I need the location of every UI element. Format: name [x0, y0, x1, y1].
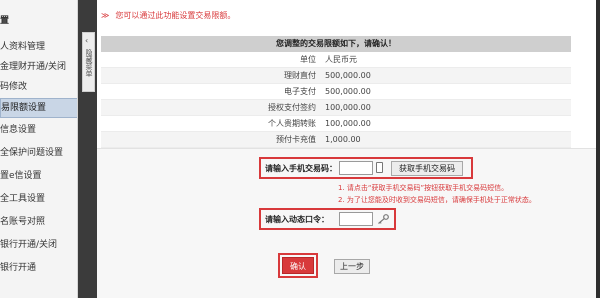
sidebar-item-password[interactable]: 码修改 [0, 78, 77, 96]
table-row: 个人贵期转账 100,000.00 [101, 116, 571, 132]
tip-message: 您可以通过此功能设置交易限额。 [115, 11, 236, 20]
collapse-menu-handle[interactable]: ‹ 隐藏菜单 [82, 32, 95, 92]
verification-panel: 请输入手机交易码： 获取手机交易码 1. 请点击“获取手机交易码”按钮获取手机交… [97, 148, 600, 298]
table-row: 单位 人民币元 [101, 52, 571, 68]
sidebar-item-limit[interactable]: 易限额设置 [0, 98, 77, 118]
row-label: 理财直付 [284, 71, 316, 80]
sidebar-item-wealth[interactable]: 金理财开通/关闭 [0, 58, 77, 76]
table-row: 电子支付 500,000.00 [101, 84, 571, 100]
limit-table: 您调整的交易限额如下，请确认！ 单位 人民币元 理财直付 500,000.00 … [101, 36, 571, 148]
phone-icon [376, 162, 383, 173]
sms-code-input[interactable] [339, 161, 373, 175]
row-label: 授权支付签约 [268, 103, 316, 112]
sidebar-heading: 置 [0, 16, 10, 26]
row-label: 电子支付 [284, 87, 316, 96]
chevron-left-icon: ‹ [85, 36, 89, 45]
row-value: 100,000.00 [325, 103, 371, 112]
collapse-menu-label: 隐藏菜单 [85, 49, 93, 77]
sidebar-item-bank-toggle[interactable]: 银行开通/关闭 [0, 236, 77, 254]
row-label: 单位 [300, 55, 316, 64]
window-scrollbar[interactable] [596, 0, 600, 298]
main-content: ≫ 您可以通过此功能设置交易限额。 您调整的交易限额如下，请确认！ 单位 人民币元… [97, 0, 600, 298]
table-row: 授权支付签约 100,000.00 [101, 100, 571, 116]
previous-step-button[interactable]: 上一步 [334, 259, 370, 274]
sidebar-item-profile[interactable]: 人资料管理 [0, 38, 77, 56]
get-sms-code-button[interactable]: 获取手机交易码 [391, 161, 463, 176]
table-row: 预付卡充值 1,000.00 [101, 132, 571, 148]
limit-table-title: 您调整的交易限额如下，请确认！ [101, 36, 571, 52]
tip-marker-icon: ≫ [101, 11, 110, 20]
sms-note-2: 2. 为了让您能及时收到交易码短信，请确保手机处于正常状态。 [338, 196, 536, 204]
dynamic-token-input[interactable] [339, 212, 373, 226]
row-value: 100,000.00 [325, 119, 371, 128]
row-value: 1,000.00 [325, 135, 361, 144]
row-value: 人民币元 [325, 55, 357, 64]
sidebar-item-info[interactable]: 信息设置 [0, 121, 77, 139]
sidebar-item-security-tools[interactable]: 全工具设置 [0, 190, 77, 208]
confirm-button[interactable]: 确认 [282, 257, 314, 274]
sms-code-label: 请输入手机交易码： [265, 164, 337, 173]
row-value: 500,000.00 [325, 87, 371, 96]
row-label: 个人贵期转账 [268, 119, 316, 128]
sms-note-1: 1. 请点击“获取手机交易码”按钮获取手机交易码短信。 [338, 184, 509, 192]
row-value: 500,000.00 [325, 71, 371, 80]
sidebar-item-account-map[interactable]: 名账号对照 [0, 213, 77, 231]
row-label: 预付卡充值 [276, 135, 316, 144]
table-row: 理财直付 500,000.00 [101, 68, 571, 84]
sidebar-item-security-question[interactable]: 全保护问题设置 [0, 144, 77, 162]
dynamic-token-label: 请输入动态口令： [265, 215, 329, 224]
left-sidebar: 置 人资料管理 金理财开通/关闭 码修改 易限额设置 信息设置 全保护问题设置 … [0, 0, 78, 298]
sidebar-item-bank-open[interactable]: 银行开通 [0, 259, 77, 277]
tip-text: ≫ 您可以通过此功能设置交易限额。 [101, 10, 235, 21]
sidebar-item-e-letter[interactable]: 置e信设置 [0, 167, 77, 185]
key-icon [378, 214, 389, 224]
